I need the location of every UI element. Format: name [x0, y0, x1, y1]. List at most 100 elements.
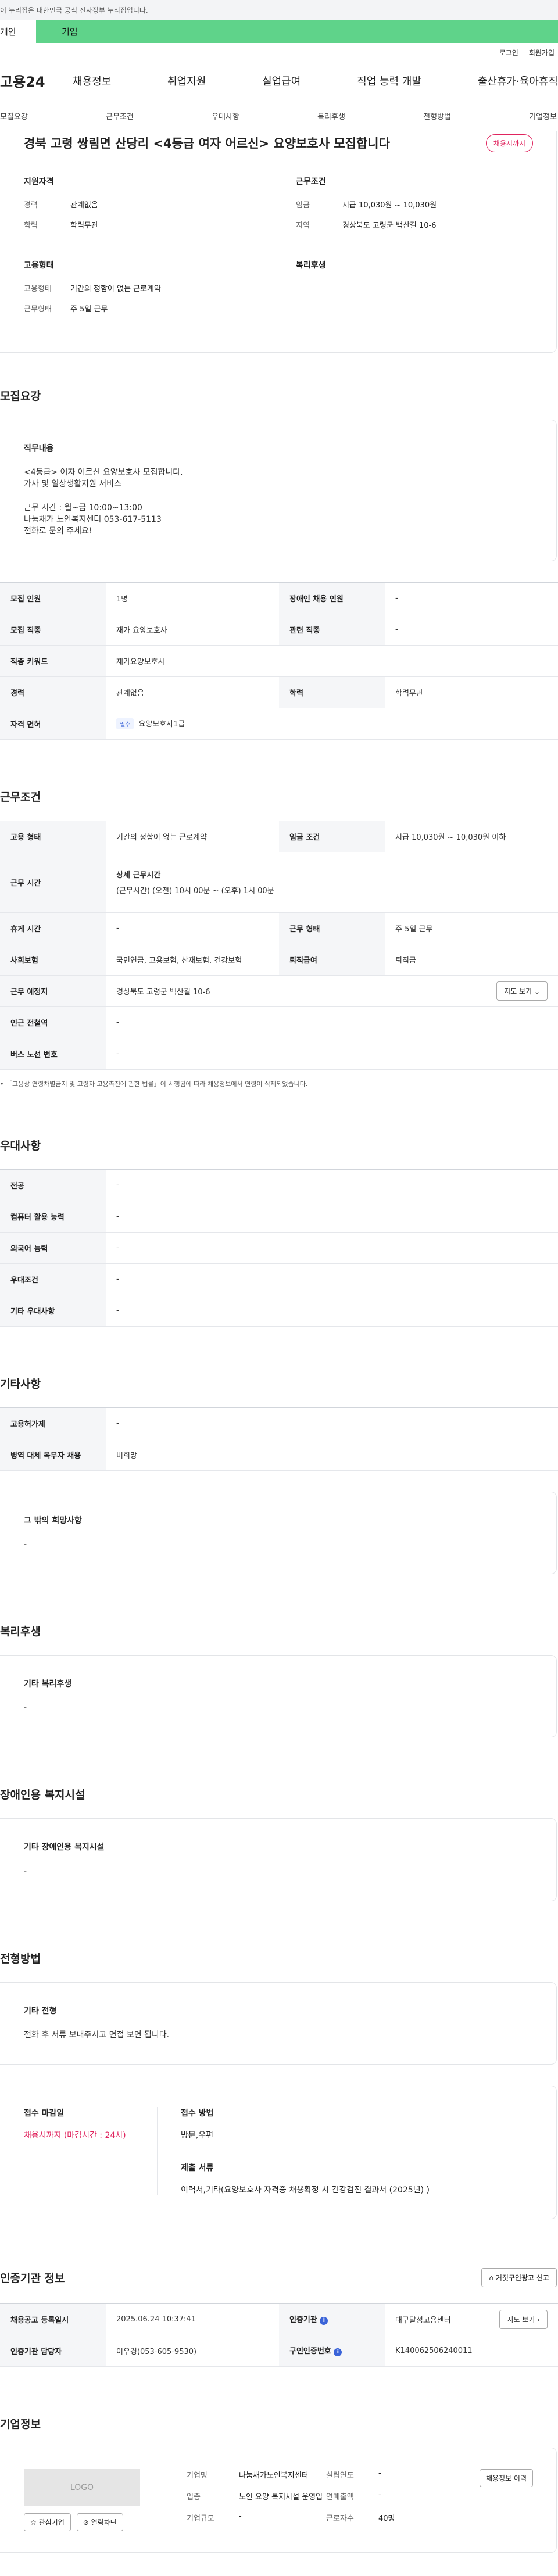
block-view-button[interactable]: ⊘ 열람차단 [76, 2513, 123, 2531]
table-row: 컴퓨터 활용 능력 - [0, 1201, 558, 1233]
table-cell: 학력무관 [385, 676, 558, 708]
section-title-welfare: 복리후생 [0, 1625, 41, 1639]
other-wish-title: 그 밖의 희망사항 [24, 1515, 82, 1525]
recruit-table: 모집 인원 1명 장애인 채용 인원 - 모집 직종 재가 요양보호사 관련 직… [0, 582, 558, 740]
gnb-item-jobs[interactable]: 채용정보 [73, 73, 111, 88]
gov-banner: 이 누리집은 대한민국 공식 전자정부 누리집입니다. [0, 0, 558, 20]
job-summary-card: 경북 고령 쌍림면 산당리 <4등급 여자 어르신> 요양보호사 모집합니다 채… [0, 131, 557, 353]
site-logo[interactable]: 고용24 [0, 70, 73, 91]
table-header: 직종 키워드 [0, 645, 106, 677]
table-header: 버스 노선 번호 [0, 1038, 106, 1070]
agency-map-button[interactable]: 지도 보기 › [499, 2309, 548, 2329]
table-row: 근무 예정지 경상북도 고령군 백산길 10-6 지도 보기 ⌄ [0, 975, 558, 1007]
table-header: 장애인 채용 인원 [279, 582, 385, 614]
tab-person[interactable]: 개인 [0, 20, 36, 43]
signup-link[interactable]: 회원가입 [529, 48, 555, 60]
cert-agency-value: 대구달성고용센터 [395, 2316, 451, 2325]
table-cell: 재가요양보호사 [106, 645, 558, 677]
table-row: 경력 관계없음 학력 학력무관 [0, 676, 558, 708]
table-row: 모집 직종 재가 요양보호사 관련 직종 - [0, 614, 558, 646]
founded-value: - [378, 2468, 381, 2478]
table-header: 병역 대체 복무자 채용 [0, 1439, 106, 1471]
anchor-conditions[interactable]: 근무조건 [106, 110, 134, 121]
sales-value: - [378, 2490, 381, 2499]
section-title-cert: 인증기관 정보 [0, 2272, 65, 2285]
gov-banner-text: 이 누리집은 대한민국 공식 전자정부 누리집입니다. [0, 6, 148, 15]
edu-label: 학력 [24, 221, 38, 230]
anchor-company[interactable]: 기업정보 [529, 110, 557, 121]
summary-qualification: 지원자격 경력 관계없음 학력 학력무관 [24, 175, 261, 239]
table-header: 인증기관 담당자 [0, 2335, 106, 2367]
star-icon: ☆ [30, 2518, 37, 2527]
table-header: 근무 시간 [0, 852, 106, 913]
duty-card: 직무내용 <4등급> 여자 어르신 요양보호사 모집합니다. 가사 및 일상생활… [0, 420, 557, 561]
gnb-item-unemployment[interactable]: 실업급여 [262, 73, 301, 88]
table-header: 경력 [0, 676, 106, 708]
table-header: 고용허가제 [0, 1407, 106, 1439]
gnb-item-employment-support[interactable]: 취업지원 [167, 73, 206, 88]
table-header: 인증기관 i [279, 2303, 385, 2335]
industry-value: 노인 요양 복지시설 운영업 [239, 2492, 323, 2502]
size-label: 기업규모 [187, 2514, 214, 2523]
table-cell: 주 5일 근무 [385, 912, 558, 944]
wage-value: 시급 10,030원 ~ 10,030원 [342, 201, 437, 210]
company-logo: LOGO [24, 2468, 140, 2506]
summary-conditions: 근무조건 임금 시급 10,030원 ~ 10,030원 지역 경상북도 고령군 백… [296, 175, 533, 239]
gnb-item-training[interactable]: 직업 능력 개발 [357, 73, 421, 88]
map-view-button[interactable]: 지도 보기 ⌄ [496, 981, 548, 1001]
table-header: 휴게 시간 [0, 912, 106, 944]
table-header: 모집 직종 [0, 614, 106, 646]
table-row: 인근 전철역 - [0, 1006, 558, 1038]
method-value: 방문,우편 [181, 2130, 213, 2140]
table-row: 고용허가제 - [0, 1407, 558, 1439]
global-nav: 고용24 채용정보 취업지원 실업급여 직업 능력 개발 출산휴가·육아휴직 [0, 60, 558, 101]
user-type-tabs: 개인 기업 [0, 20, 558, 43]
tab-biz[interactable]: 기업 [36, 20, 558, 43]
area-label: 지역 [296, 221, 310, 230]
table-header: 모집 인원 [0, 582, 106, 614]
table-cell: - [385, 582, 558, 614]
table-cell: - [106, 1038, 558, 1070]
favorite-company-button[interactable]: ☆ 관심기업 [24, 2513, 71, 2531]
report-fake-ad-button[interactable]: ⌂ 거짓구인광고 신고 [481, 2267, 557, 2287]
wage-label: 임금 [296, 201, 310, 210]
other-wish-value: - [24, 1539, 27, 1549]
table-row: 직종 키워드 재가요양보호사 [0, 645, 558, 677]
gnb-item-leave[interactable]: 출산휴가·육아휴직 [478, 73, 558, 88]
table-cell: 필수 요양보호사1급 [106, 708, 558, 740]
cert-table: 채용공고 등록일시 2025.06.24 10:37:41 인증기관 i 대구달… [0, 2303, 558, 2367]
sales-label: 연매출액 [326, 2492, 354, 2502]
docs-title: 제출 서류 [181, 2163, 214, 2173]
agency-map-label: 지도 보기 [507, 2315, 535, 2324]
summary-welfare: 복리후생 [296, 259, 533, 323]
welfare-title: 기타 복리후생 [24, 1679, 72, 1689]
recruit-history-button[interactable]: 채용정보 이력 [479, 2468, 533, 2487]
anchor-preference[interactable]: 우대사항 [212, 110, 239, 121]
selection-etc-card: 기타 전형 전화 후 서류 보내주시고 면접 보면 됩니다. [0, 1982, 557, 2065]
table-row: 기타 우대사항 - [0, 1295, 558, 1327]
disabled-title: 기타 장애인용 복지시설 [24, 1843, 105, 1853]
table-header: 우대조건 [0, 1263, 106, 1295]
anchor-selection[interactable]: 전형방법 [423, 110, 451, 121]
anchor-welfare[interactable]: 복리후생 [317, 110, 345, 121]
cert-number-label: 구인인증번호 [289, 2347, 331, 2356]
info-icon[interactable]: i [334, 2348, 342, 2357]
career-label: 경력 [24, 201, 38, 210]
summary-qual-title: 지원자격 [24, 177, 54, 187]
info-icon[interactable]: i [320, 2317, 328, 2326]
edu-value: 학력무관 [70, 221, 98, 230]
login-link[interactable]: 로그인 [499, 48, 518, 60]
table-row: 버스 노선 번호 - [0, 1038, 558, 1070]
table-row: 병역 대체 복무자 채용 비희망 [0, 1439, 558, 1471]
work-time-subtitle: 상세 근무시간 [116, 871, 161, 880]
table-row: 사회보험 국민연금, 고용보험, 산재보험, 건강보험 퇴직급여 퇴직금 [0, 944, 558, 976]
deadline-value: 채용시까지 (마감시간 : 24시) [24, 2130, 126, 2140]
anchor-recruit[interactable]: 모집요강 [0, 110, 28, 121]
chevron-right-icon: › [537, 2315, 540, 2324]
work-time-value: (근무시간) (오전) 10시 00분 ~ (오후) 1시 00분 [116, 887, 274, 896]
section-title-preference: 우대사항 [0, 1139, 41, 1152]
founded-label: 설립연도 [326, 2471, 354, 2480]
company-name-label: 기업명 [187, 2471, 208, 2480]
deadline-title: 접수 마감일 [24, 2108, 65, 2118]
age-footnote-text: 「고용상 연령차별금지 및 고령자 고용촉진에 관한 법률」이 시행됨에 따라 … [6, 1080, 308, 1088]
